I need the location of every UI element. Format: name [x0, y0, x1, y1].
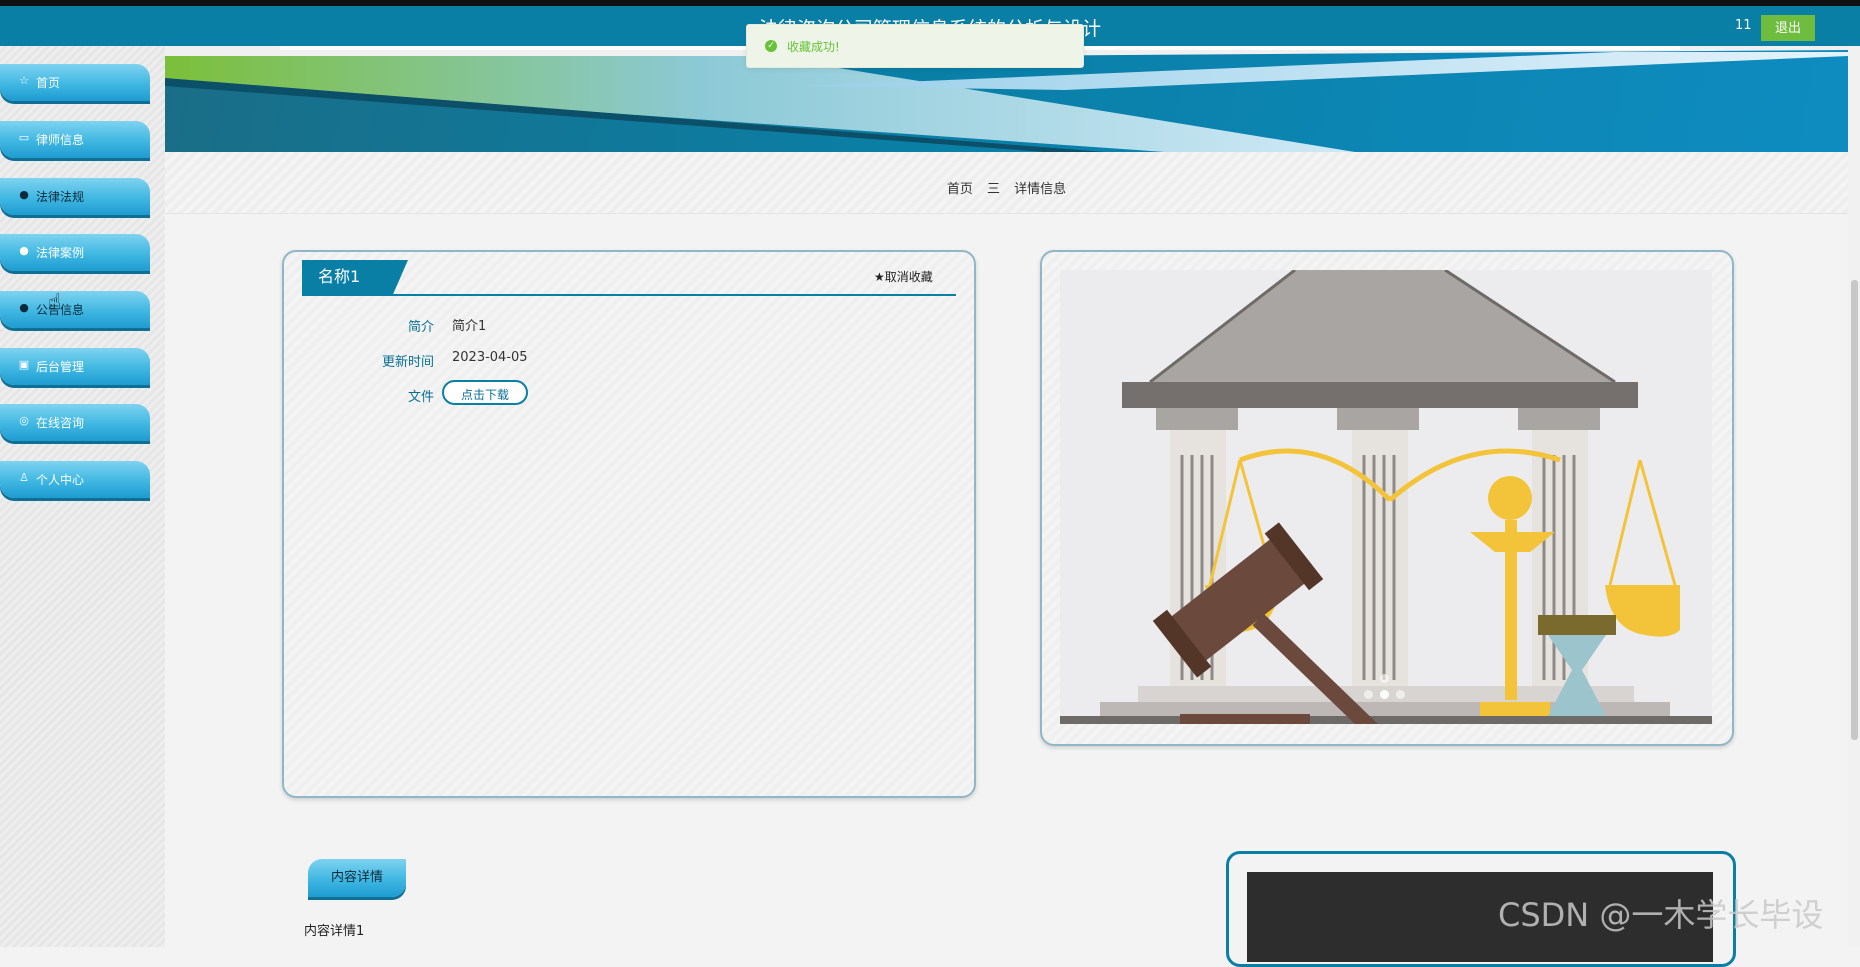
toast-message: 收藏成功!: [787, 40, 840, 54]
unfavorite-button[interactable]: ★取消收藏: [874, 268, 933, 285]
sidebar-item-announcements[interactable]: ● 公告信息: [0, 291, 150, 328]
download-button[interactable]: 点击下载: [442, 380, 528, 405]
question-circle-icon: ●: [19, 244, 29, 257]
briefcase-icon: ▭: [18, 131, 30, 144]
sidebar-item-label: 后台管理: [36, 360, 85, 374]
breadcrumb-separator-icon: 三: [986, 182, 1000, 197]
sidebar-item-profile[interactable]: ♙ 个人中心: [0, 461, 150, 498]
law-illustration-image[interactable]: [1060, 270, 1712, 724]
sidebar-item-label: 法律案例: [36, 246, 85, 260]
watermark-text: CSDN @一木学长毕设: [1498, 896, 1824, 934]
calendar-box-icon: ▣: [18, 358, 30, 371]
detail-panel: 名称1 ★取消收藏 简介 简介1 更新时间 2023-04-05 文件 点击下载: [282, 250, 976, 798]
sidebar-item-admin[interactable]: ▣ 后台管理: [0, 348, 150, 385]
sidebar-item-lawyers[interactable]: ▭ 律师信息: [0, 121, 150, 158]
sidebar-item-label: 法律法规: [36, 190, 85, 204]
logout-button[interactable]: 退出: [1761, 15, 1815, 41]
headset-icon: ◎: [19, 414, 29, 427]
user-name: 11: [1735, 18, 1752, 33]
field-label-file: 文件: [407, 390, 434, 405]
sidebar: ☆ 首页 ▭ 律师信息 ● 法律法规 ● 法律案例 ● 公告信息 ▣ 后台管理 …: [0, 46, 165, 947]
breadcrumb-bar: 首页 三 详情信息: [165, 152, 1848, 214]
field-value-updated: 2023-04-05: [452, 350, 528, 365]
sidebar-item-label: 在线咨询: [36, 416, 85, 430]
sidebar-item-regulations[interactable]: ● 法律法规: [0, 178, 150, 215]
carousel-dot-1[interactable]: [1364, 690, 1373, 699]
content-detail-text: 内容详情1: [304, 924, 365, 939]
star-icon: ★: [874, 270, 885, 284]
courthouse-illustration: [1060, 270, 1712, 724]
sidebar-item-label: 个人中心: [36, 473, 85, 487]
field-label-updated: 更新时间: [381, 355, 434, 370]
check-circle-icon: ✓: [765, 40, 777, 52]
star-outline-icon: ☆: [19, 74, 29, 87]
sidebar-item-label: 律师信息: [36, 133, 85, 147]
item-name: 名称1: [302, 260, 408, 294]
sidebar-item-label: 首页: [36, 76, 61, 90]
unfavorite-label: 取消收藏: [884, 270, 933, 284]
user-icon: ♙: [19, 471, 29, 484]
sidebar-item-home[interactable]: ☆ 首页: [0, 64, 150, 101]
carousel-dot-3[interactable]: [1396, 690, 1405, 699]
hand-cursor-icon: ☝: [48, 290, 62, 315]
success-toast: ✓ 收藏成功!: [746, 24, 1084, 68]
carousel-dot-2[interactable]: [1380, 690, 1389, 699]
image-panel: [1040, 250, 1734, 746]
field-value-intro: 简介1: [452, 319, 487, 334]
breadcrumb-current: 详情信息: [1014, 182, 1067, 197]
carousel-dot[interactable]: [1380, 674, 1389, 683]
content-detail-tab[interactable]: 内容详情: [308, 859, 406, 897]
breadcrumb: 首页 三 详情信息: [165, 178, 1848, 197]
sidebar-item-cases[interactable]: ● 法律案例: [0, 234, 150, 271]
info-circle-icon: ●: [19, 188, 29, 201]
breadcrumb-home[interactable]: 首页: [947, 182, 973, 197]
info-italic-icon: ●: [19, 301, 29, 314]
field-label-intro: 简介: [407, 320, 434, 335]
scrollbar-thumb[interactable]: [1851, 280, 1858, 740]
title-underline: [302, 294, 956, 296]
sidebar-item-consult[interactable]: ◎ 在线咨询: [0, 404, 150, 441]
